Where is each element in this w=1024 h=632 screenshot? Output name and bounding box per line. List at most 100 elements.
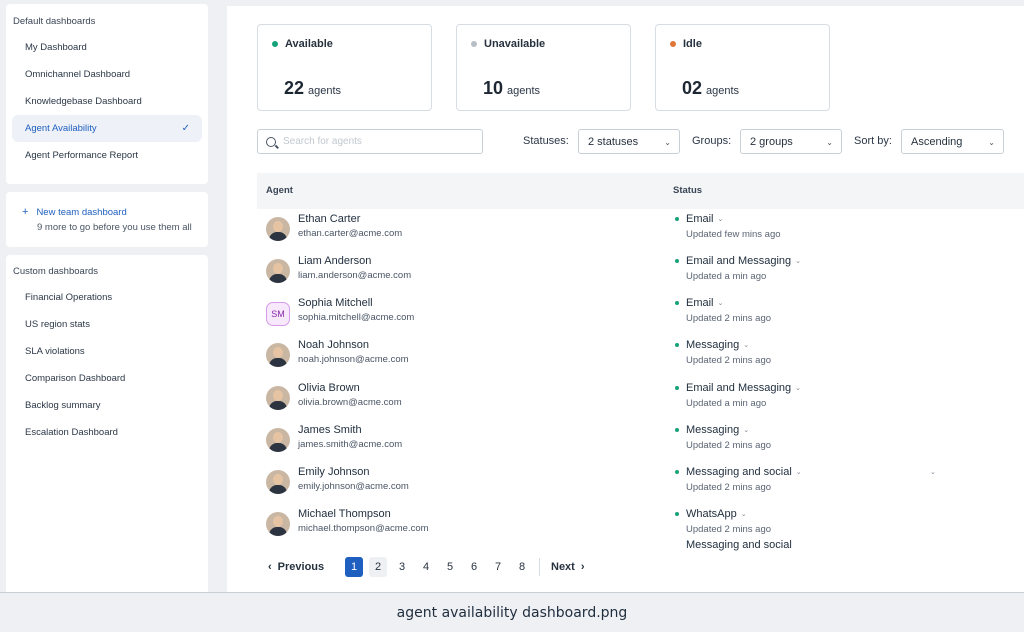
status-dropdown[interactable]: Email ⌄ xyxy=(686,213,723,225)
page-button-7[interactable]: 7 xyxy=(489,557,507,577)
status-label: Messaging and social xyxy=(686,466,792,478)
status-label: Messaging xyxy=(686,424,740,436)
chevron-down-icon: ⌄ xyxy=(795,385,802,392)
sort-label: Sort by: xyxy=(854,135,892,147)
table-row[interactable]: Noah Johnson noah.johnson@acme.com Messagi… xyxy=(257,335,1024,377)
sort-select[interactable]: Ascending ⌄ xyxy=(901,129,1004,154)
avatar-body xyxy=(269,527,287,536)
chevron-down-icon[interactable]: ⌄ xyxy=(930,468,936,476)
previous-page-button[interactable]: ‹ Previous xyxy=(268,557,324,577)
new-team-remaining-text: 9 more to go before you use them all xyxy=(37,222,192,233)
statuses-label: Statuses: xyxy=(523,135,569,147)
sidebar-item-agent-availability[interactable]: Agent Availability ✓ xyxy=(12,115,202,142)
pagination-divider xyxy=(539,558,540,576)
status-dot-icon xyxy=(675,217,679,221)
avatar: SM xyxy=(266,302,290,326)
page-button-4[interactable]: 4 xyxy=(417,557,435,577)
stat-unit: agents xyxy=(507,85,541,97)
status-updated-time: Updated few mins ago xyxy=(686,229,781,240)
chevron-down-icon: ⌄ xyxy=(664,138,671,147)
table-row[interactable]: Ethan Carter ethan.carter@acme.com Email ⌄ U… xyxy=(257,209,1024,251)
status-dropdown[interactable]: Messaging and social ⌄ xyxy=(686,466,802,478)
stat-label: Unavailable xyxy=(471,38,545,50)
sidebar-item-label: Agent Performance Report xyxy=(25,150,139,161)
sidebar-item-my-dashboard[interactable]: My Dashboard xyxy=(6,34,202,61)
status-dot-icon xyxy=(670,41,676,47)
sidebar-item-knowledgebase[interactable]: Knowledgebase Dashboard xyxy=(6,88,202,115)
stat-label: Idle xyxy=(670,38,702,50)
sidebar-item-escalation[interactable]: Escalation Dashboard xyxy=(6,419,202,446)
sidebar-item-sla-violations[interactable]: SLA violations xyxy=(6,338,202,365)
status-dropdown[interactable]: Email and Messaging ⌄ xyxy=(686,255,801,267)
status-label: Email xyxy=(686,297,714,309)
status-dot-icon xyxy=(675,512,679,516)
sidebar-item-backlog-summary[interactable]: Backlog summary xyxy=(6,392,202,419)
status-updated-time: Updated 2 mins ago xyxy=(686,524,772,535)
statuses-value: 2 statuses xyxy=(588,135,639,148)
status-dropdown[interactable]: Messaging ⌄ xyxy=(686,424,749,436)
search-input[interactable] xyxy=(283,136,473,147)
avatar-head xyxy=(273,516,283,527)
agent-email: sophia.mitchell@acme.com xyxy=(298,312,415,323)
page-button-5[interactable]: 5 xyxy=(441,557,459,577)
table-row[interactable]: James Smith james.smith@acme.com Messaging… xyxy=(257,420,1024,462)
sidebar-item-omnichannel[interactable]: Omnichannel Dashboard xyxy=(6,61,202,88)
groups-select[interactable]: 2 groups ⌄ xyxy=(740,129,842,154)
new-team-dashboard-link[interactable]: + New team dashboard xyxy=(22,204,208,220)
sidebar-item-label: My Dashboard xyxy=(25,42,87,53)
column-header-status: Status xyxy=(673,185,703,196)
status-dot-icon xyxy=(272,41,278,47)
page-button-1[interactable]: 1 xyxy=(345,557,363,577)
table-row[interactable]: SM Sophia Mitchell sophia.mitchell@acme.co… xyxy=(257,293,1024,335)
status-dot-icon xyxy=(675,301,679,305)
sidebar-item-comparison[interactable]: Comparison Dashboard xyxy=(6,365,202,392)
avatar xyxy=(266,512,290,536)
status-dropdown[interactable]: Email ⌄ xyxy=(686,297,723,309)
stat-unit: agents xyxy=(308,85,342,97)
groups-value: 2 groups xyxy=(750,135,793,148)
sidebar-item-label: Knowledgebase Dashboard xyxy=(25,96,142,107)
groups-label: Groups: xyxy=(692,135,732,147)
custom-dashboards-card: Custom dashboards Financial Operations U… xyxy=(6,255,208,595)
next-page-button[interactable]: Next › xyxy=(551,557,585,577)
sidebar-item-label: Backlog summary xyxy=(25,400,101,411)
status-updated-time: Updated 2 mins ago xyxy=(686,313,772,324)
sort-value: Ascending xyxy=(911,135,963,148)
sidebar-item-agent-performance[interactable]: Agent Performance Report xyxy=(6,142,202,169)
table-row[interactable]: Olivia Brown olivia.brown@acme.com Email a… xyxy=(257,378,1024,420)
stat-label: Available xyxy=(272,38,333,50)
avatar xyxy=(266,259,290,283)
agent-email: noah.johnson@acme.com xyxy=(298,354,409,365)
avatar-body xyxy=(269,401,287,410)
avatar xyxy=(266,470,290,494)
status-updated-time: Updated 2 mins ago xyxy=(686,440,772,451)
page-button-2[interactable]: 2 xyxy=(369,557,387,577)
table-row[interactable]: Michael Thompson michael.thompson@acme.co… xyxy=(257,504,1024,551)
sidebar-item-financial-operations[interactable]: Financial Operations xyxy=(6,284,202,311)
page-button-3[interactable]: 3 xyxy=(393,557,411,577)
table-row[interactable]: Liam Anderson liam.anderson@acme.com Email… xyxy=(257,251,1024,293)
agent-name: Ethan Carter xyxy=(298,213,361,225)
status-dropdown[interactable]: WhatsApp ⌄ xyxy=(686,508,747,520)
chevron-right-icon: › xyxy=(580,561,585,573)
sidebar-item-us-region-stats[interactable]: US region stats xyxy=(6,311,202,338)
avatar-head xyxy=(273,263,283,274)
status-dropdown[interactable]: Email and Messaging ⌄ xyxy=(686,382,801,394)
stat-value: 02 agents xyxy=(682,78,739,99)
stat-card-idle: Idle 02 agents xyxy=(655,24,830,111)
status-label: Messaging xyxy=(686,339,740,351)
column-header-agent: Agent xyxy=(266,185,293,196)
status-updated-time: Updated 2 mins ago xyxy=(686,482,772,493)
table-row[interactable]: Emily Johnson emily.johnson@acme.com Messa… xyxy=(257,462,1024,504)
stat-card-available: Available 22 agents xyxy=(257,24,432,111)
pagination: ‹ Previous 1 2 3 4 5 6 7 8 Next › xyxy=(257,557,657,579)
main-panel: Available 22 agents Unavailable 10 agents … xyxy=(227,6,1024,592)
new-team-card: + New team dashboard 9 more to go before… xyxy=(6,192,208,247)
status-dropdown[interactable]: Messaging ⌄ xyxy=(686,339,749,351)
page-button-8[interactable]: 8 xyxy=(513,557,531,577)
statuses-select[interactable]: 2 statuses ⌄ xyxy=(578,129,680,154)
chevron-down-icon: ⌄ xyxy=(743,427,750,434)
avatar-body xyxy=(269,443,287,452)
page-button-6[interactable]: 6 xyxy=(465,557,483,577)
status-dot-icon xyxy=(675,428,679,432)
